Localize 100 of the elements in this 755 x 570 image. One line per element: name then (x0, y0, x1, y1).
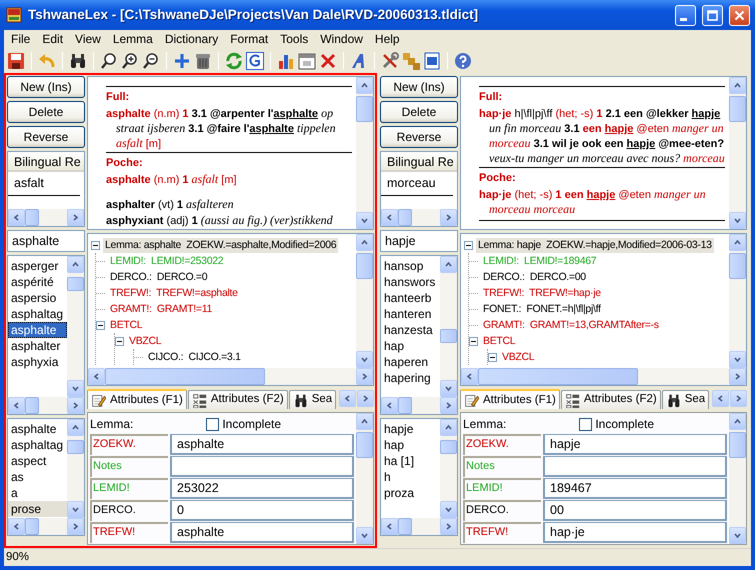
tab[interactable]: Sea (662, 390, 710, 409)
maximize-button[interactable] (702, 4, 723, 26)
scrollbar-thumb[interactable] (105, 368, 265, 385)
scrollbar-thumb[interactable] (729, 432, 746, 458)
scroll-down-button[interactable] (729, 212, 746, 229)
search-field[interactable]: asphalte (7, 230, 85, 252)
action-button[interactable]: Reverse (7, 126, 85, 148)
checkbox-label[interactable]: Incomplete (595, 415, 654, 433)
scroll-left-button[interactable] (339, 390, 356, 407)
scroll-left-button[interactable] (381, 518, 398, 535)
tree-node[interactable]: BETCL (108, 318, 144, 332)
scroll-right-button[interactable] (67, 209, 84, 226)
scroll-left-button[interactable] (381, 397, 398, 414)
refresh-icon[interactable] (224, 50, 244, 70)
checkbox-label[interactable]: Incomplete (222, 415, 282, 433)
list-item[interactable]: asphaltag (8, 437, 67, 453)
list-item[interactable]: asperger (8, 258, 67, 274)
scroll-left-button[interactable] (381, 209, 398, 226)
scrollbar-thumb[interactable] (356, 96, 373, 122)
minimize-button[interactable] (675, 4, 696, 26)
list-item[interactable]: aspersio (8, 290, 67, 306)
tree-node[interactable]: Lemma: hapje ZOEKW.=hapje,Modified=2006-03-13 (476, 238, 714, 252)
scroll-left-button[interactable] (712, 390, 729, 407)
scrollbar-thumb[interactable] (25, 518, 39, 535)
scroll-down-button[interactable] (67, 380, 84, 397)
tree-node[interactable]: GRAMT!: GRAMT!=13,GRAMTAfter=-s (481, 318, 661, 332)
list-item[interactable]: hapje (381, 421, 440, 437)
scroll-down-button[interactable] (729, 527, 746, 544)
list-item[interactable]: hanteerb (381, 290, 440, 306)
scroll-up-button[interactable] (729, 77, 746, 94)
tree-node[interactable]: DERCO.: DERCO.=00 (481, 270, 588, 284)
menu-item[interactable]: Tools (274, 31, 314, 47)
list-item[interactable]: h (381, 469, 440, 485)
tools-icon[interactable] (380, 50, 400, 70)
scroll-right-button[interactable] (67, 397, 84, 414)
scroll-left-button[interactable] (8, 209, 25, 226)
action-button[interactable]: Reverse (380, 126, 458, 148)
attribute-field[interactable]: 00 (543, 500, 727, 521)
scroll-up-button[interactable] (356, 234, 373, 251)
scroll-right-button[interactable] (730, 390, 747, 407)
scrollbar-thumb[interactable] (25, 209, 39, 226)
list-item[interactable]: hanzesta (381, 322, 440, 338)
collapse-toggle[interactable] (469, 336, 478, 346)
tree-node[interactable]: VBZCL (500, 350, 536, 364)
collapse-toggle[interactable] (91, 240, 100, 250)
attribute-field[interactable]: 253022 (170, 478, 354, 499)
scroll-right-button[interactable] (356, 368, 373, 385)
scroll-left-button[interactable] (8, 518, 25, 535)
tab-label[interactable]: Attributes (F1) (483, 392, 556, 409)
attribute-field[interactable] (543, 456, 727, 477)
menu-item[interactable]: Dictionary (158, 31, 224, 47)
search-field[interactable]: hapje (380, 230, 458, 252)
scroll-right-button[interactable] (440, 209, 457, 226)
attribute-field[interactable]: 0 (170, 500, 354, 521)
menu-item[interactable]: Lemma (106, 31, 159, 47)
collapse-toggle[interactable] (96, 320, 105, 330)
list-item[interactable]: a (8, 485, 67, 501)
scrollbar-thumb[interactable] (478, 368, 638, 385)
scroll-down-button[interactable] (67, 501, 84, 518)
scroll-down-button[interactable] (440, 380, 457, 397)
menu-item[interactable]: File (5, 31, 36, 47)
scrollbar-thumb[interactable] (67, 440, 84, 454)
scroll-left-button[interactable] (461, 368, 478, 385)
tree-node[interactable]: GRAMT!: GRAMT!=11 (108, 302, 214, 316)
tree-node[interactable]: TREFW!: TREFW!=hap·je (481, 286, 603, 300)
save-icon[interactable] (6, 50, 26, 70)
tree-node[interactable]: CIJCO.: CIJCO.=3.1 (146, 350, 243, 364)
tree-node[interactable]: VBZCL (127, 334, 164, 348)
magnifier-icon[interactable] (99, 50, 119, 70)
scroll-down-button[interactable] (440, 501, 457, 518)
blocks-icon[interactable] (401, 50, 421, 70)
tree-node[interactable]: DERCO.: DERCO.=0 (108, 270, 210, 284)
scroll-right-button[interactable] (357, 390, 374, 407)
scroll-right-button[interactable] (729, 368, 746, 385)
action-button[interactable]: Delete (7, 101, 85, 123)
scroll-right-button[interactable] (67, 518, 84, 535)
scroll-up-button[interactable] (356, 77, 373, 94)
attribute-field[interactable]: 189467 (543, 478, 727, 499)
scrollbar-thumb[interactable] (729, 253, 746, 279)
list-item[interactable]: ha [1] (381, 453, 440, 469)
scroll-right-button[interactable] (440, 518, 457, 535)
scrollbar-thumb[interactable] (440, 329, 457, 343)
scroll-down-button[interactable] (356, 527, 373, 544)
scrollbar-thumb[interactable] (356, 253, 373, 279)
menu-item[interactable]: View (69, 31, 107, 47)
scroll-up-button[interactable] (356, 413, 373, 430)
scroll-down-button[interactable] (729, 351, 746, 368)
menu-item[interactable]: Edit (36, 31, 70, 47)
scroll-up-button[interactable] (67, 419, 84, 436)
attribute-field[interactable]: hapje (543, 434, 727, 455)
collapse-toggle[interactable] (464, 240, 473, 250)
tab[interactable]: Attributes (F1) (87, 389, 187, 409)
scroll-up-button[interactable] (729, 234, 746, 251)
tab-label[interactable]: Attributes (F2) (210, 391, 284, 409)
action-button[interactable]: New (Ins) (7, 76, 85, 98)
tree-node[interactable]: FONET.: FONET.=h|\fl|pj\ff (481, 302, 603, 316)
tab-label[interactable]: Attributes (F2) (584, 391, 657, 409)
list-item[interactable]: hap (381, 437, 440, 453)
scroll-up-button[interactable] (67, 256, 84, 273)
list-item[interactable]: hapering (381, 370, 440, 386)
